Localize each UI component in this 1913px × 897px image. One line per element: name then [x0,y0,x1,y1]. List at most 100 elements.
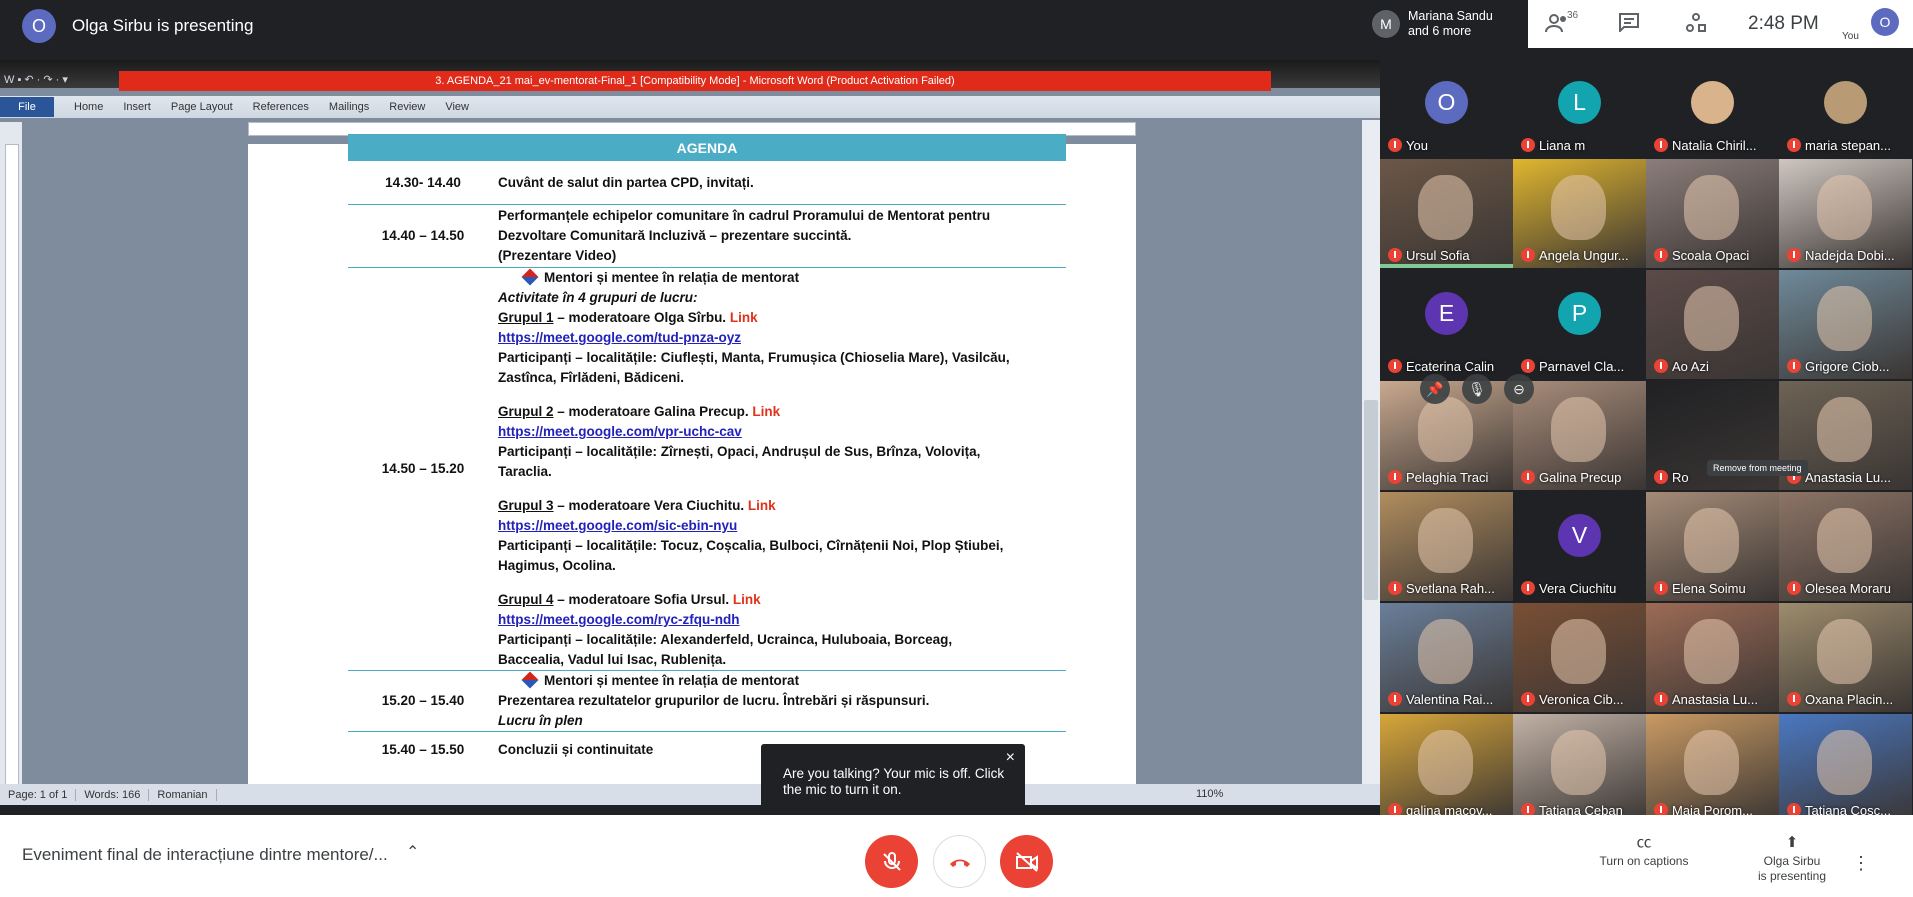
group-link-label[interactable]: Link [733,592,761,607]
word-titlebar: W ▪ ↶ · ↷ · ▾ 3. AGENDA_21 mai_ev-mentor… [0,60,1380,91]
participant-tile[interactable]: Oxana Placin... [1779,603,1912,712]
participant-avatar: P [1558,292,1601,335]
session-title: Mentori și mentee în relația de mentorat [544,270,800,285]
hang-up-icon [949,859,970,867]
participant-tile[interactable]: Angela Ungur... [1513,159,1646,268]
group-participants: Participanți – localitățile: Alexanderfe… [498,632,953,647]
tab-file[interactable]: File [0,97,54,117]
participant-tile[interactable]: Grigore Ciob... [1779,270,1912,379]
group-url[interactable]: https://meet.google.com/tud-pnza-oyz [498,328,1066,348]
participant-tile[interactable]: O You [1380,78,1513,158]
meeting-title[interactable]: Eveniment final de interacțiune dintre m… [22,845,388,865]
remove-participant-icon[interactable]: ⊖ [1504,374,1534,404]
bullet-icon [521,671,539,689]
group-name: Grupul 1 [498,310,554,325]
mic-muted-icon [1388,581,1402,595]
more-options-icon[interactable]: ⋮ [1852,853,1870,874]
group-moderator: – moderatoare Sofia Ursul. [553,592,733,607]
tab-references[interactable]: References [253,101,309,113]
group-block: Grupul 3 – moderatoare Vera Ciuchitu. Li… [498,496,1066,576]
word-window-title: 3. AGENDA_21 mai_ev-mentorat-Final_1 [Co… [119,71,1271,91]
scroll-thumb[interactable] [1364,400,1378,600]
mic-off-button[interactable] [865,835,918,888]
group-link-label[interactable]: Link [730,310,758,325]
participant-name: Anastasia Lu... [1805,470,1891,485]
group-participants: Zastînca, Fîrlădeni, Bădiceni. [498,370,685,385]
participant-video [1418,175,1473,240]
participant-tile[interactable]: Tatiana Ceban [1513,714,1646,823]
activities-icon[interactable] [1683,12,1709,36]
mic-muted-icon [1787,359,1801,373]
participant-tile[interactable]: Valentina Rai... [1380,603,1513,712]
participant-video [1418,619,1473,684]
participant-tile[interactable]: maria stepan... [1779,78,1912,158]
presenter-avatar: O [22,9,56,43]
group-url[interactable]: https://meet.google.com/sic-ebin-nyu [498,516,1066,536]
word-scrollbar[interactable] [1362,120,1380,792]
participant-tile[interactable]: Ao Azi [1646,270,1779,379]
agenda-line: Lucru în plen [498,713,583,728]
participant-photo [1691,81,1734,124]
mic-off-toast: Are you talking? Your mic is off. Click … [761,744,1025,815]
tab-insert[interactable]: Insert [123,101,151,113]
camera-off-button[interactable] [1000,835,1053,888]
self-avatar[interactable]: O [1871,8,1899,36]
mute-participant-icon[interactable]: 🎙 [1462,374,1492,404]
presenter-title: Olga Sirbu is presenting [72,16,254,35]
participant-tile[interactable]: galina macov... [1380,714,1513,823]
participant-tile[interactable]: Ursul Sofia [1380,159,1513,268]
participant-name: Elena Soimu [1672,581,1746,596]
participant-tile[interactable]: E Ecaterina Calin [1380,270,1513,379]
participant-tile[interactable]: Anastasia Lu... [1646,603,1779,712]
present-button[interactable]: ⬆ Olga Sirbu is presenting [1744,835,1840,884]
participant-tile[interactable]: Veronica Cib... [1513,603,1646,712]
captions-button[interactable]: ㏄ Turn on captions [1596,835,1692,869]
chat-icon[interactable] [1616,12,1642,36]
zoom-level[interactable]: 110% [1196,788,1223,800]
tab-review[interactable]: Review [389,101,425,113]
participant-tile[interactable]: Elena Soimu [1646,492,1779,601]
pin-icon[interactable]: 📌 [1420,374,1450,404]
participant-tile[interactable]: V Vera Ciuchitu [1513,492,1646,601]
quick-access-toolbar: W ▪ ↶ · ↷ · ▾ [4,74,68,86]
group-link-label[interactable]: Link [748,498,776,513]
participant-tile[interactable]: Svetlana Rah... [1380,492,1513,601]
agenda-time: 14.30- 14.40 [348,160,498,205]
group-url[interactable]: https://meet.google.com/ryc-zfqu-ndh [498,610,1066,630]
joiner-more: and 6 more [1408,24,1472,38]
group-heading: Grupul 3 – moderatoare Vera Ciuchitu. Li… [498,496,1066,516]
participant-tile[interactable]: Tatiana Cosc... [1779,714,1912,823]
participant-name: Pelaghia Traci [1406,470,1489,485]
participant-tile[interactable]: Olesea Moraru [1779,492,1912,601]
group-moderator: – moderatoare Galina Precup. [553,404,753,419]
recent-joiners[interactable]: M Mariana Sandu and 6 more [1366,0,1528,48]
participant-tile[interactable]: Nadejda Dobi... [1779,159,1912,268]
participant-tile[interactable]: P Parnavel Cla... [1513,270,1646,379]
participant-avatar: V [1558,514,1601,557]
participant-tile[interactable]: Scoala Opaci [1646,159,1779,268]
tab-mailings[interactable]: Mailings [329,101,369,113]
group-url[interactable]: https://meet.google.com/vpr-uchc-cav [498,422,1066,442]
group-block: Grupul 1 – moderatoare Olga Sîrbu. Link … [498,308,1066,388]
chevron-up-icon[interactable]: ⌃ [406,842,419,862]
participant-video [1684,508,1739,573]
group-participants: Taraclia. [498,464,552,479]
close-icon[interactable]: × [1006,750,1015,766]
tab-home[interactable]: Home [74,101,103,113]
participant-name: Ao Azi [1672,359,1709,374]
mic-muted-icon [1654,692,1668,706]
participant-tile[interactable]: L Liana m [1513,78,1646,158]
agenda-item: Performanțele echipelor comunitare în ca… [498,204,1066,268]
bottom-bar: Eveniment final de interacțiune dintre m… [0,815,1913,897]
participant-tile[interactable]: Maia Porom... [1646,714,1779,823]
participant-name: Scoala Opaci [1672,248,1750,263]
tab-view[interactable]: View [445,101,469,113]
tab-page-layout[interactable]: Page Layout [171,101,233,113]
group-link-label[interactable]: Link [752,404,780,419]
participant-tile[interactable]: Natalia Chiril... [1646,78,1779,158]
mic-muted-icon [1654,581,1668,595]
participant-video [1551,730,1606,795]
mic-muted-icon [1521,581,1535,595]
mic-muted-icon [1787,138,1801,152]
leave-call-button[interactable] [933,835,986,888]
